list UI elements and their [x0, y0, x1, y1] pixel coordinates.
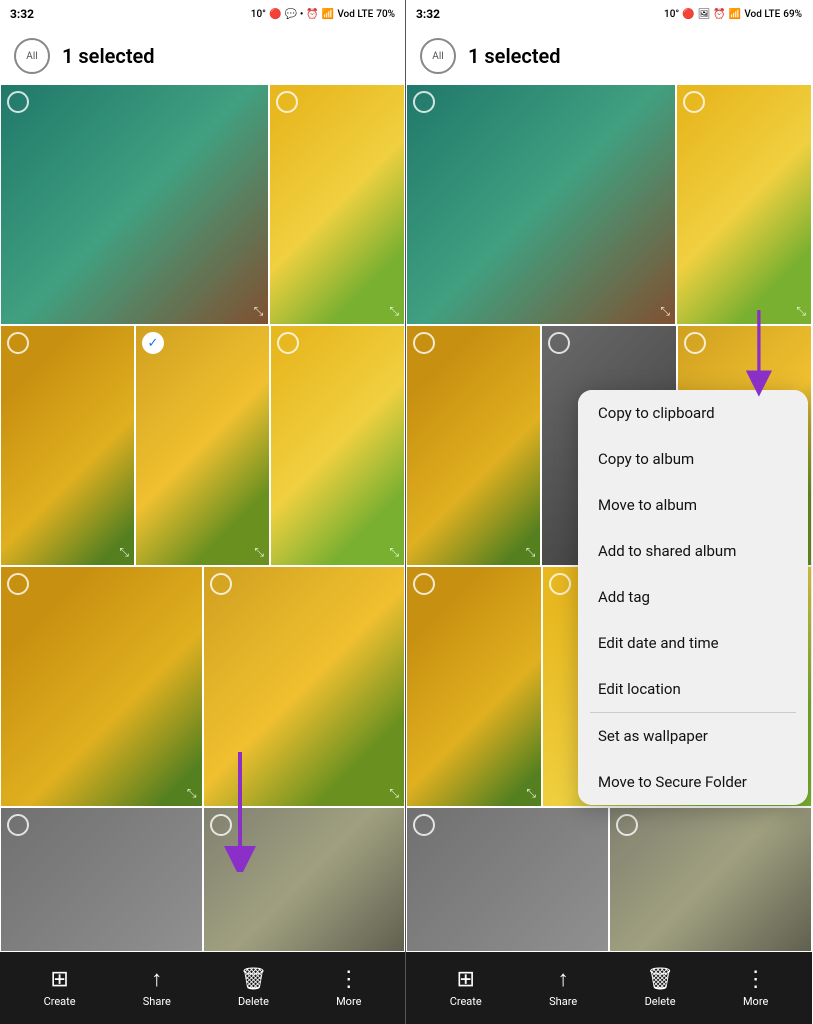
grid-cell-1-1[interactable]: ⤡: [0, 84, 269, 325]
cell-checkbox-1[interactable]: [7, 91, 29, 113]
right-grid-cell-1-1[interactable]: ⤡: [406, 84, 676, 325]
whatsapp-icon: 💬: [284, 9, 296, 20]
right-wifi-icon: 📶: [729, 9, 741, 20]
grid-cell-2-2[interactable]: ✓ ⤡: [135, 325, 270, 566]
battery-icon: 70%: [376, 9, 395, 20]
menu-item-add-tag[interactable]: Add tag: [578, 574, 808, 620]
right-grid-cell-2-1[interactable]: ⤡: [406, 325, 541, 566]
cell-checkbox-3[interactable]: [7, 332, 29, 354]
menu-item-edit-date[interactable]: Edit date and time: [578, 620, 808, 666]
more-icon: ⋮: [338, 969, 360, 991]
right-more-button[interactable]: ⋮ More: [743, 969, 768, 1008]
right-share-icon: ↑: [558, 969, 569, 991]
expand-icon-4: ⤡: [254, 545, 264, 560]
grid-cell-2-3[interactable]: ⤡: [270, 325, 405, 566]
left-bottom-toolbar: ⊞ Create ↑ Share 🗑 Delete ⋮ More: [0, 952, 405, 1024]
expand-icon-1: ⤡: [254, 304, 264, 319]
left-status-icons: 10° 🔴 💬 • ⏰ 📶 Vod LTE 70%: [251, 9, 395, 20]
cell-checkbox-7[interactable]: [210, 573, 232, 595]
left-photo-grid: ⤡ ⤡ ⤡ ✓ ⤡ ⤡: [0, 84, 405, 952]
right-grid-row-4: [406, 807, 812, 952]
right-share-button[interactable]: ↑ Share: [549, 969, 577, 1008]
right-signal-icon: Vod LTE: [744, 9, 780, 20]
left-phone-panel: 3:32 10° 🔴 💬 • ⏰ 📶 Vod LTE 70% All 1 sel…: [0, 0, 406, 1024]
delete-button[interactable]: 🗑 Delete: [238, 969, 269, 1008]
create-icon: ⊞: [50, 969, 68, 991]
right-bottom-toolbar: ⊞ Create ↑ Share 🗑 Delete ⋮ More: [406, 952, 812, 1024]
expand-icon-5: ⤡: [389, 545, 399, 560]
alarm-icon: ⏰: [306, 9, 318, 20]
create-button[interactable]: ⊞ Create: [44, 969, 76, 1008]
right-status-icons: 10° 🔴 🖼 ⏰ 📶 Vod LTE 69%: [664, 9, 802, 20]
purple-arrow-more: [728, 310, 798, 400]
context-menu: Copy to clipboard Copy to album Move to …: [578, 390, 808, 805]
grid-row-2: ⤡ ✓ ⤡ ⤡: [0, 325, 405, 566]
share-button[interactable]: ↑ Share: [143, 969, 171, 1008]
right-expand-icon-3: ⤡: [526, 545, 536, 560]
right-grid-cell-1-2[interactable]: ⤡: [676, 84, 812, 325]
do-not-disturb-icon: 🔴: [269, 9, 281, 20]
right-cell-checkbox-1[interactable]: [413, 91, 435, 113]
right-more-icon: ⋮: [745, 969, 767, 991]
dot-icon: •: [300, 9, 304, 20]
menu-item-move-album[interactable]: Move to album: [578, 482, 808, 528]
share-icon: ↑: [151, 969, 162, 991]
right-do-not-disturb-icon: 🔴: [682, 9, 694, 20]
right-status-bar: 3:32 10° 🔴 🖼 ⏰ 📶 Vod LTE 69%: [406, 0, 812, 28]
right-create-button[interactable]: ⊞ Create: [450, 969, 482, 1008]
grid-cell-3-1[interactable]: ⤡: [0, 566, 203, 807]
expand-icon-7: ⤡: [389, 786, 399, 801]
left-time: 3:32: [10, 7, 34, 21]
right-grid-row-1: ⤡ ⤡: [406, 84, 812, 325]
cell-checkbox-4[interactable]: ✓: [142, 332, 164, 354]
right-all-circle[interactable]: All: [420, 38, 456, 74]
right-phone-panel: 3:32 10° 🔴 🖼 ⏰ 📶 Vod LTE 69% All 1 selec…: [406, 0, 812, 1024]
right-cell-checkbox-2[interactable]: [683, 91, 705, 113]
menu-item-copy-album[interactable]: Copy to album: [578, 436, 808, 482]
right-alarm-icon: ⏰: [713, 9, 725, 20]
right-temp: 10°: [664, 9, 679, 20]
selected-count: 1 selected: [62, 44, 155, 68]
right-grid-cell-3-1[interactable]: ⤡: [406, 566, 542, 807]
right-cell-checkbox-5[interactable]: [684, 332, 706, 354]
right-cell-checkbox-3[interactable]: [413, 332, 435, 354]
grid-cell-1-2[interactable]: ⤡: [269, 84, 405, 325]
grid-row-1: ⤡ ⤡: [0, 84, 405, 325]
temp-icon: 10°: [251, 9, 266, 20]
right-delete-icon: 🗑: [646, 969, 674, 991]
right-expand-icon-1: ⤡: [660, 304, 670, 319]
left-status-bar: 3:32 10° 🔴 💬 • ⏰ 📶 Vod LTE 70%: [0, 0, 405, 28]
right-header: All 1 selected: [406, 28, 812, 84]
grid-cell-4-1[interactable]: [0, 807, 203, 952]
right-delete-button[interactable]: 🗑 Delete: [645, 969, 676, 1008]
signal-icon: Vod LTE: [337, 9, 373, 20]
expand-icon-3: ⤡: [119, 545, 129, 560]
menu-item-edit-location[interactable]: Edit location: [578, 666, 808, 712]
delete-icon: 🗑: [239, 969, 267, 991]
expand-icon-2: ⤡: [389, 304, 399, 319]
expand-icon-6: ⤡: [187, 786, 197, 801]
all-circle[interactable]: All: [14, 38, 50, 74]
left-header: All 1 selected: [0, 28, 405, 84]
grid-cell-2-1[interactable]: ⤡: [0, 325, 135, 566]
wifi-icon: 📶: [322, 9, 334, 20]
more-button[interactable]: ⋮ More: [336, 969, 361, 1008]
right-battery-icon: 69%: [783, 9, 802, 20]
menu-item-add-shared[interactable]: Add to shared album: [578, 528, 808, 574]
menu-item-wallpaper[interactable]: Set as wallpaper: [578, 713, 808, 759]
cell-checkbox-5[interactable]: [277, 332, 299, 354]
menu-item-secure-folder[interactable]: Move to Secure Folder: [578, 759, 808, 805]
right-expand-icon-6: ⤡: [526, 786, 536, 801]
right-grid-cell-4-1[interactable]: [406, 807, 609, 952]
purple-arrow-delete: [200, 752, 280, 872]
right-create-icon: ⊞: [456, 969, 474, 991]
right-grid-cell-4-2[interactable]: [609, 807, 812, 952]
right-time: 3:32: [416, 7, 440, 21]
right-selected-count: 1 selected: [468, 44, 561, 68]
right-photos-icon: 🖼: [698, 9, 711, 20]
